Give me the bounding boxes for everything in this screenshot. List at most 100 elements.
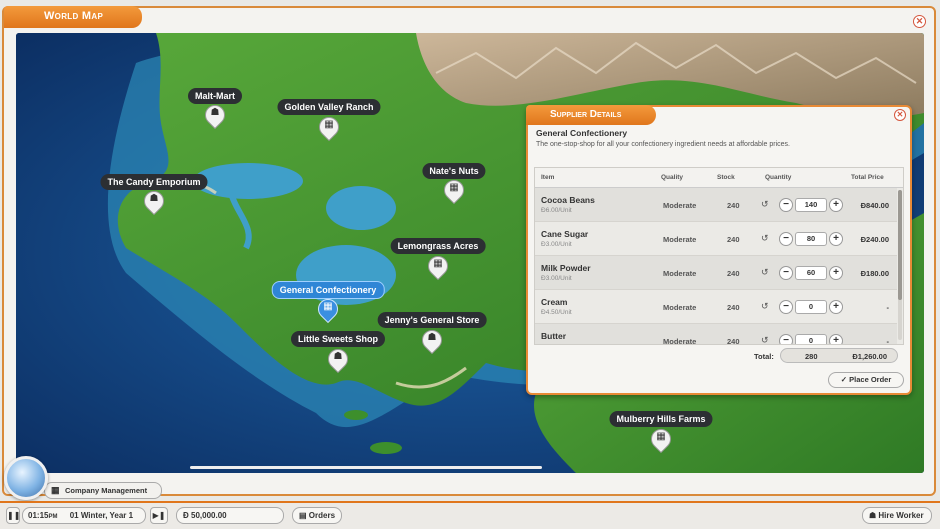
- location-label-general-confectionery[interactable]: General Confectionery: [271, 281, 385, 299]
- item-quality: Moderate: [663, 235, 697, 244]
- reset-icon[interactable]: ↺: [761, 301, 769, 312]
- increase-button[interactable]: +: [829, 266, 843, 280]
- item-unit-price: Đ3.00/Unit: [541, 241, 572, 248]
- hire-worker-button[interactable]: ☗ Hire Worker: [862, 507, 932, 524]
- clipboard-icon: ▤: [299, 511, 307, 520]
- decrease-button[interactable]: −: [779, 198, 793, 212]
- item-quality: Moderate: [663, 269, 697, 278]
- hire-worker-label: Hire Worker: [878, 511, 924, 520]
- game-date: 01 Winter, Year 1: [69, 511, 134, 520]
- location-label-lemongrass-acres[interactable]: Lemongrass Acres: [390, 238, 486, 254]
- reset-icon[interactable]: ↺: [761, 199, 769, 210]
- quantity-stepper: − 80 +: [779, 232, 843, 246]
- company-management-button[interactable]: ▦ Company Management: [44, 482, 162, 499]
- supplier-description: The one-stop-shop for all your confectio…: [536, 141, 790, 148]
- decrease-button[interactable]: −: [779, 266, 793, 280]
- reset-icon[interactable]: ↺: [761, 335, 769, 344]
- location-pin-mulberry-hills-farms[interactable]: ▦: [646, 424, 676, 455]
- quantity-input[interactable]: 140: [795, 198, 827, 212]
- bottom-hud-bar: ❚❚ 01:15PM 01 Winter, Year 1 ▶❚ Đ 50,000…: [0, 501, 940, 529]
- item-name: Cane Sugar: [541, 229, 589, 239]
- item-stock: 240: [727, 235, 740, 244]
- reset-icon[interactable]: ↺: [761, 233, 769, 244]
- increase-button[interactable]: +: [829, 232, 843, 246]
- place-order-button[interactable]: ✓ Place Order: [828, 372, 904, 388]
- close-icon[interactable]: ✕: [913, 15, 926, 28]
- location-label-little-sweets-shop[interactable]: Little Sweets Shop: [290, 331, 386, 347]
- item-total-price: -: [886, 303, 890, 312]
- location-label-malt-mart[interactable]: Malt-Mart: [188, 88, 242, 104]
- item-total-price: -: [886, 337, 890, 345]
- location-pin-golden-valley-ranch[interactable]: ▦: [314, 112, 344, 143]
- worker-icon: ☗: [869, 511, 877, 520]
- scrollbar-thumb[interactable]: [898, 190, 902, 300]
- factory-icon: ▦: [433, 258, 443, 269]
- location-label-candy-emporium[interactable]: The Candy Emporium: [100, 174, 208, 190]
- location-label-mulberry-hills-farms[interactable]: Mulberry Hills Farms: [609, 411, 713, 427]
- decrease-button[interactable]: −: [779, 300, 793, 314]
- table-row: Cream Đ4.50/Unit Moderate 240 ↺ − 0 + -: [535, 290, 897, 324]
- increase-button[interactable]: +: [829, 198, 843, 212]
- place-order-label: Place Order: [849, 375, 892, 384]
- quantity-input[interactable]: 0: [795, 334, 827, 344]
- increase-button[interactable]: +: [829, 300, 843, 314]
- decrease-button[interactable]: −: [779, 232, 793, 246]
- orders-button[interactable]: ▤ Orders: [292, 507, 342, 524]
- table-scrollbar[interactable]: [898, 190, 902, 340]
- map-horizontal-scrollbar[interactable]: [190, 466, 542, 469]
- company-management-label: Company Management: [65, 486, 148, 495]
- globe-icon[interactable]: [4, 456, 48, 500]
- item-unit-price: Đ4.50/Unit: [541, 309, 572, 316]
- item-total-price: Đ240.00: [860, 235, 889, 244]
- close-icon[interactable]: ✕: [894, 109, 906, 121]
- item-quality: Moderate: [663, 201, 697, 210]
- total-price: Đ1,260.00: [852, 352, 887, 361]
- item-name: Cocoa Beans: [541, 195, 595, 205]
- location-pin-lemongrass-acres[interactable]: ▦: [423, 251, 453, 282]
- location-pin-jennys-general-store[interactable]: ☗: [417, 325, 447, 356]
- fast-forward-icon[interactable]: ▶❚: [150, 507, 168, 524]
- total-label: Total:: [754, 352, 774, 361]
- item-total-price: Đ840.00: [860, 201, 889, 210]
- item-total-price: Đ180.00: [860, 269, 889, 278]
- quantity-input[interactable]: 80: [795, 232, 827, 246]
- item-stock: 240: [727, 269, 740, 278]
- item-quality: Moderate: [663, 337, 697, 345]
- quantity-input[interactable]: 0: [795, 300, 827, 314]
- decrease-button[interactable]: −: [779, 334, 793, 344]
- item-name: Milk Powder: [541, 263, 591, 273]
- quantity-stepper: − 60 +: [779, 266, 843, 280]
- location-label-jennys-general-store[interactable]: Jenny's General Store: [377, 312, 487, 328]
- item-unit-price: Đ6.00/Unit: [541, 207, 572, 214]
- item-stock: 240: [727, 201, 740, 210]
- item-quality: Moderate: [663, 303, 697, 312]
- location-pin-general-confectionery[interactable]: ▦: [313, 294, 343, 325]
- location-pin-little-sweets-shop[interactable]: ☗: [323, 344, 353, 375]
- checkmark-icon: ✓: [840, 375, 848, 384]
- reset-icon[interactable]: ↺: [761, 267, 769, 278]
- table-row: Butter Moderate 240 ↺ − 0 + -: [535, 324, 897, 345]
- location-pin-nates-nuts[interactable]: ▦: [439, 175, 469, 206]
- factory-icon: ▦: [449, 182, 459, 193]
- pause-icon[interactable]: ❚❚: [6, 507, 20, 524]
- table-row: Milk Powder Đ3.00/Unit Moderate 240 ↺ − …: [535, 256, 897, 290]
- quantity-stepper: − 140 +: [779, 198, 843, 212]
- factory-icon: ▦: [324, 119, 334, 130]
- location-pin-candy-emporium[interactable]: ☗: [139, 186, 169, 217]
- time-date-display: 01:15PM 01 Winter, Year 1: [22, 507, 146, 524]
- total-quantity: 280: [805, 352, 818, 361]
- person-icon: ☗: [427, 332, 437, 343]
- game-time-unit: PM: [48, 514, 58, 520]
- item-stock: 240: [727, 337, 740, 345]
- factory-icon: ▦: [656, 431, 666, 442]
- supplier-name: General Confectionery: [536, 128, 628, 138]
- supplier-details-title: Supplier Details: [526, 105, 656, 125]
- location-pin-malt-mart[interactable]: ☗: [200, 100, 230, 131]
- item-name: Cream: [541, 297, 568, 307]
- table-header: Item Quality Stock Quantity Total Price: [535, 168, 903, 188]
- quantity-input[interactable]: 60: [795, 266, 827, 280]
- increase-button[interactable]: +: [829, 334, 843, 344]
- location-label-nates-nuts[interactable]: Nate's Nuts: [422, 163, 486, 179]
- person-icon: ☗: [333, 351, 343, 362]
- location-label-golden-valley-ranch[interactable]: Golden Valley Ranch: [277, 99, 381, 115]
